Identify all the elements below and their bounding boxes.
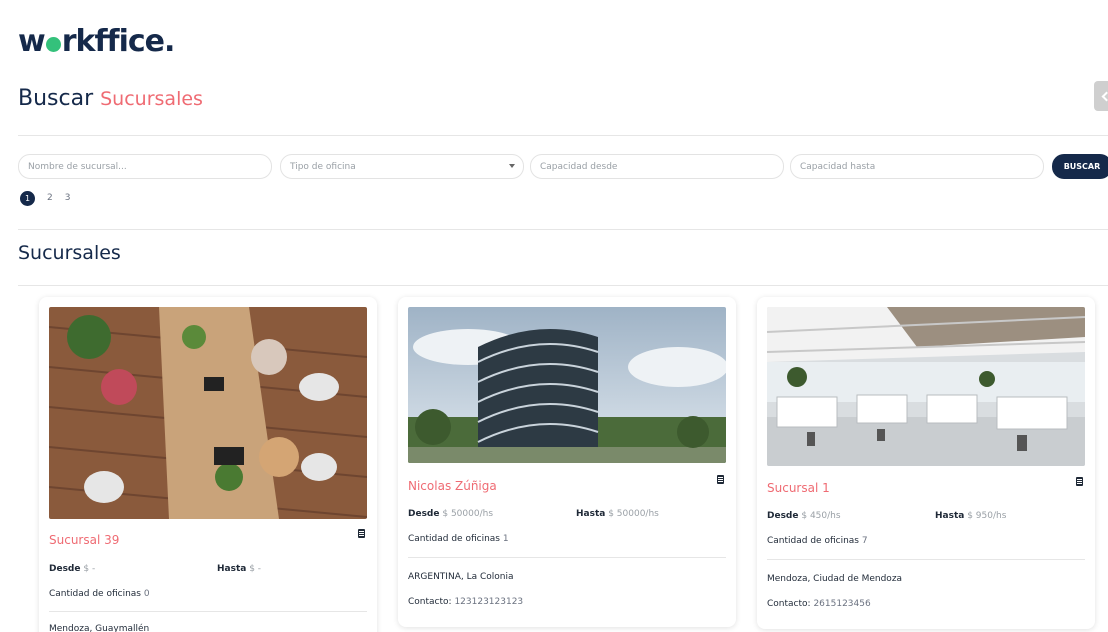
contact-row: Contacto: 2615123456 (767, 599, 871, 609)
contact-label: Contacto: (408, 597, 452, 607)
hasta-label: Hasta (217, 564, 247, 574)
price-row: Desde $ - Hasta $ - (49, 564, 367, 574)
building-icon (1076, 477, 1083, 486)
section-divider (18, 285, 1108, 286)
chevron-down-icon (509, 164, 515, 168)
offices-count-label: Cantidad de oficinas (408, 534, 500, 544)
offices-count-value: 1 (502, 534, 509, 544)
page-3-button[interactable]: 3 (65, 193, 71, 203)
hasta-value: $ 50000/hs (608, 509, 659, 519)
branch-photo-building (408, 307, 726, 463)
price-row: Desde $ 50000/hs Hasta $ 50000/hs (408, 509, 726, 519)
offices-count-label: Cantidad de oficinas (767, 536, 859, 546)
capacity-from-placeholder: Capacidad desde (540, 162, 618, 172)
desde-value: $ 450/hs (801, 511, 841, 521)
desde-label: Desde (49, 564, 81, 574)
branch-name[interactable]: Sucursal 39 (49, 533, 119, 547)
page-title: Buscar Sucursales (18, 86, 203, 111)
card-divider (408, 557, 726, 558)
branch-name-placeholder: Nombre de sucursal... (28, 162, 127, 172)
offices-count-row: Cantidad de oficinas 0 (49, 589, 150, 599)
capacity-to-placeholder: Capacidad hasta (800, 162, 876, 172)
header-divider (18, 135, 1108, 136)
location-text: Mendoza, Guaymallén (49, 624, 150, 632)
building-icon (717, 475, 724, 484)
pagination: 1 2 3 (20, 190, 70, 206)
location-text: Mendoza, Ciudad de Mendoza (767, 574, 903, 584)
capacity-from-input[interactable]: Capacidad desde (530, 154, 784, 179)
location-text: ARGENTINA, La Colonia (408, 572, 514, 582)
hasta-value: $ - (249, 564, 262, 574)
desde-value: $ - (83, 564, 96, 574)
page-title-accent: Sucursales (100, 88, 203, 110)
capacity-to-input[interactable]: Capacidad hasta (790, 154, 1044, 179)
hasta-label: Hasta (935, 511, 965, 521)
contact-value: 2615123456 (813, 599, 871, 609)
workffice-logo[interactable]: w rkffice. (18, 24, 176, 59)
offices-count-row: Cantidad de oficinas 7 (767, 536, 868, 546)
page-2-button[interactable]: 2 (47, 193, 53, 203)
logo-o-dot (45, 37, 61, 52)
branch-name-input[interactable]: Nombre de sucursal... (18, 154, 272, 179)
page-title-main: Buscar (18, 86, 94, 111)
pagination-divider (18, 229, 1108, 230)
desde-value: $ 50000/hs (442, 509, 494, 519)
page-1-button[interactable]: 1 (20, 190, 35, 206)
hasta-label: Hasta (576, 509, 606, 519)
office-type-select[interactable]: Tipo de oficina (280, 154, 524, 179)
contact-label: Contacto: (767, 599, 811, 609)
contact-row: Contacto: 123123123123 (408, 597, 523, 607)
desde-label: Desde (408, 509, 440, 519)
branch-card[interactable]: Sucursal 1 Desde $ 450/hs Hasta $ 950/hs … (757, 297, 1095, 629)
building-icon (358, 529, 365, 538)
offices-count-value: 0 (143, 589, 150, 599)
offices-count-value: 7 (861, 536, 868, 546)
office-type-placeholder: Tipo de oficina (290, 162, 356, 172)
branch-card[interactable]: Nicolas Zúñiga Desde $ 50000/hs Hasta $ 5… (398, 297, 736, 627)
branch-name[interactable]: Sucursal 1 (767, 481, 830, 495)
branch-name[interactable]: Nicolas Zúñiga (408, 479, 497, 493)
logo-text-start: w (18, 24, 46, 59)
offices-count-row: Cantidad de oficinas 1 (408, 534, 509, 544)
branch-card[interactable]: Sucursal 39 Desde $ - Hasta $ - Cantidad … (39, 297, 377, 632)
contact-value: 123123123123 (454, 597, 524, 607)
card-divider (767, 559, 1085, 560)
search-filters: Nombre de sucursal... Tipo de oficina Ca… (18, 154, 1108, 179)
collapse-panel-button[interactable] (1094, 81, 1108, 111)
hasta-value: $ 950/hs (967, 511, 1007, 521)
branch-photo-coworking (49, 307, 367, 519)
offices-count-label: Cantidad de oficinas (49, 589, 141, 599)
section-title: Sucursales (18, 242, 121, 264)
search-button[interactable]: BUSCAR (1052, 154, 1108, 179)
branch-photo-office (767, 307, 1085, 466)
card-divider (49, 611, 367, 612)
logo-text-end: rkffice. (61, 24, 176, 59)
price-row: Desde $ 450/hs Hasta $ 950/hs (767, 511, 1085, 521)
desde-label: Desde (767, 511, 799, 521)
